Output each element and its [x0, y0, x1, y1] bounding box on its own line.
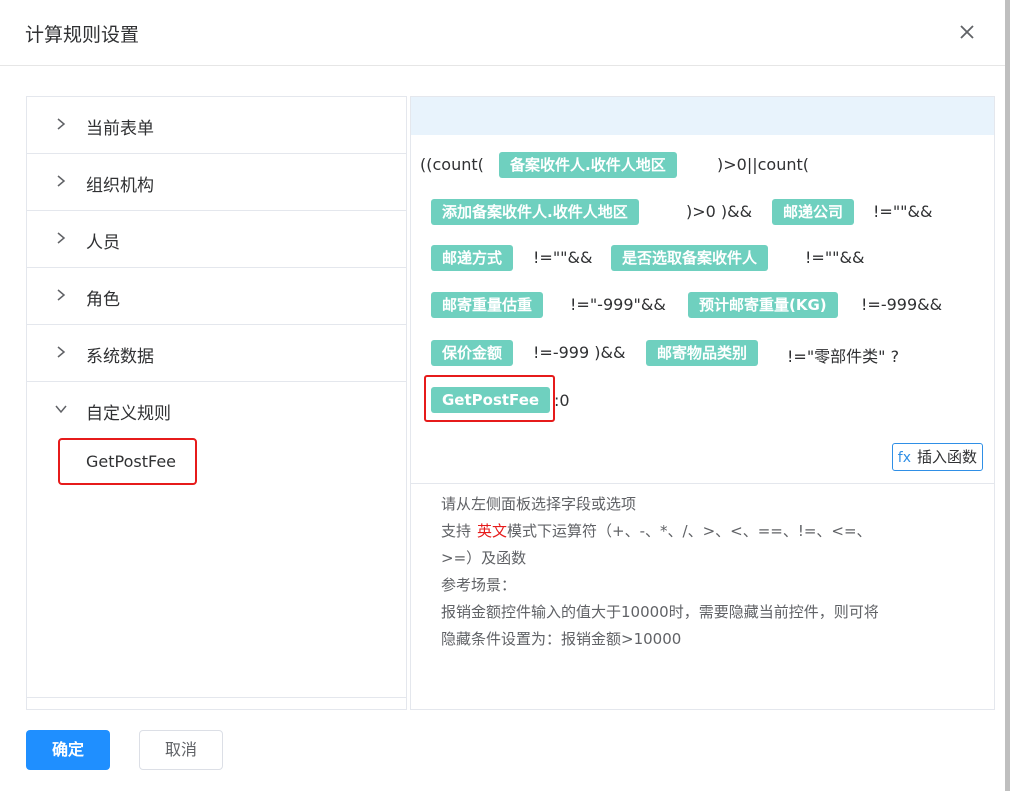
hint-text-part: 模式下运算符（+、-、*、/、>、<、==、!=、<=、 [507, 522, 872, 540]
tree-item-role[interactable]: 角色 [27, 268, 406, 325]
field-chip[interactable]: 是否选取备案收件人 [611, 245, 769, 271]
chevron-right-icon [57, 232, 66, 244]
tree-child-getpostfee[interactable]: GetPostFee [58, 438, 197, 485]
dialog-title: 计算规则设置 [25, 24, 140, 46]
chevron-right-icon [57, 175, 66, 187]
editor-toolbar [411, 97, 994, 135]
formula-text: !=-999 )&& [533, 343, 626, 362]
chevron-right-icon [57, 346, 66, 358]
tree-item-label: 当前表单 [86, 119, 154, 139]
formula-text: )>0 )&& [686, 202, 753, 221]
formula-text: !=""&& [805, 248, 865, 267]
fx-icon: fx [897, 450, 911, 466]
field-chip[interactable]: 备案收件人.收件人地区 [499, 152, 677, 178]
tree-item-custom-rules[interactable]: 自定义规则 [27, 382, 406, 439]
formula-text: !=-999&& [861, 295, 943, 314]
formula-text: )>0||count( [717, 155, 809, 174]
hint-line: 参考场景： [441, 576, 517, 594]
chevron-right-icon [57, 289, 66, 301]
hint-text-part: 支持 [441, 522, 472, 540]
formula-text: !="-999"&& [570, 295, 666, 314]
field-chip[interactable]: 邮寄物品类别 [646, 340, 759, 366]
window-edge [1005, 0, 1010, 791]
hint-line: >=）及函数 [441, 549, 527, 567]
formula-text: !=""&& [873, 202, 933, 221]
field-chip[interactable]: 添加备案收件人.收件人地区 [431, 199, 639, 225]
confirm-button[interactable]: 确定 [26, 730, 110, 770]
calc-rule-dialog: 计算规则设置 当前表单 组织机构 人员 角色 系统数据 自定义规则 GetPos… [0, 0, 1005, 791]
formula-text: !="零部件类" ? [787, 347, 900, 366]
tree-item-label: 角色 [86, 290, 120, 310]
cancel-button[interactable]: 取消 [139, 730, 223, 770]
tree-item-label: 系统数据 [86, 347, 154, 367]
tree-item-current-form[interactable]: 当前表单 [27, 97, 406, 154]
tree-item-label: 自定义规则 [86, 404, 171, 424]
tree-item-organization[interactable]: 组织机构 [27, 154, 406, 211]
function-chip[interactable]: GetPostFee [431, 387, 551, 413]
field-chip[interactable]: 邮递公司 [772, 199, 855, 225]
hint-line: 隐藏条件设置为：报销金额>10000 [441, 630, 682, 648]
tree-item-label: 组织机构 [86, 176, 154, 196]
formula-text: !=""&& [533, 248, 593, 267]
insert-function-button[interactable]: fx 插入函数 [891, 443, 983, 471]
insert-function-label: 插入函数 [916, 448, 977, 466]
tree-item-personnel[interactable]: 人员 [27, 211, 406, 268]
field-chip[interactable]: 邮递方式 [431, 245, 514, 271]
field-chip[interactable]: 邮寄重量估重 [431, 292, 544, 318]
hint-line: 报销金额控件输入的值大于10000时，需要隐藏当前控件，则可将 [441, 603, 879, 621]
chevron-down-icon [55, 405, 67, 414]
tree-item-label: 人员 [86, 233, 120, 253]
hint-highlight: 英文 [477, 522, 508, 540]
formula-editor-panel: ((count( 备案收件人.收件人地区 )>0||count( 添加备案收件人… [410, 96, 995, 710]
chevron-right-icon [57, 118, 66, 130]
close-icon[interactable] [955, 20, 979, 44]
left-field-panel: 当前表单 组织机构 人员 角色 系统数据 自定义规则 [26, 96, 407, 710]
tree-child-label: GetPostFee [86, 452, 177, 471]
hint-line: 支持 英文模式下运算符（+、-、*、/、>、<、==、!=、<=、 [441, 518, 986, 545]
field-chip[interactable]: 保价金额 [431, 340, 514, 366]
formula-text: :0 [554, 391, 570, 410]
dialog-header: 计算规则设置 [0, 0, 1005, 66]
tree-item-system-data[interactable]: 系统数据 [27, 325, 406, 382]
hint-line: 请从左侧面板选择字段或选项 [441, 495, 637, 513]
formula-editor[interactable]: ((count( 备案收件人.收件人地区 )>0||count( 添加备案收件人… [411, 135, 994, 484]
hint-text: 请从左侧面板选择字段或选项 支持 英文模式下运算符（+、-、*、/、>、<、==、… [441, 491, 986, 653]
field-chip[interactable]: 预计邮寄重量(KG) [688, 292, 838, 318]
divider [27, 697, 406, 698]
formula-text: ((count( [420, 155, 484, 174]
